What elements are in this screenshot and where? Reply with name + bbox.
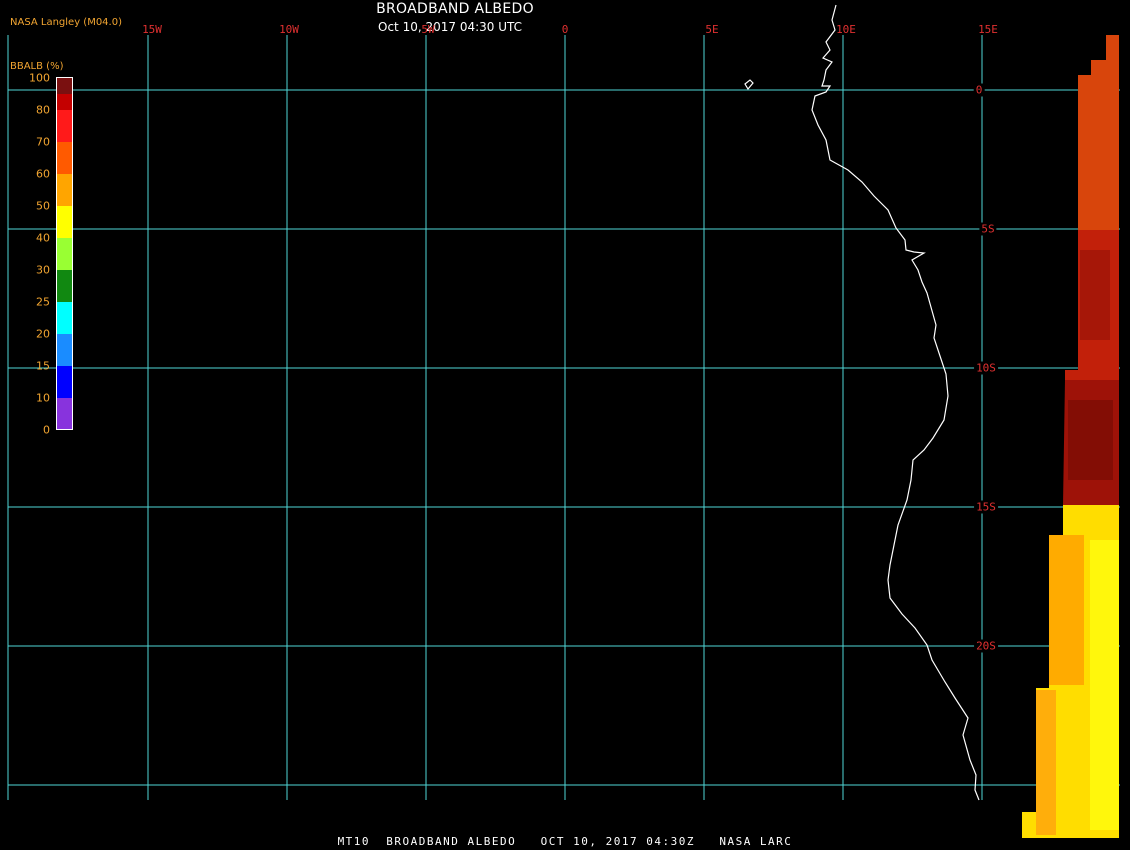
colorbar-swatch [57, 110, 73, 142]
lat-label-15s: 15S [974, 500, 998, 514]
swath-north-segment [1078, 35, 1119, 230]
swath-red-patch [1080, 250, 1110, 340]
lat-label-0: 0 [973, 83, 985, 97]
map-title: BROADBAND ALBEDO [376, 1, 534, 17]
lon-label-15w: 15W [142, 23, 162, 36]
colorbar-swatch [57, 142, 73, 174]
lat-label-20s: 20S [974, 639, 998, 653]
lat-label-10s: 10S [974, 361, 998, 375]
colorbar-title: BBALB (%) [10, 61, 64, 72]
lon-label-10w: 10W [279, 23, 299, 36]
colorbar-swatch [57, 302, 73, 334]
colorbar-tick: 25 [36, 295, 50, 309]
colorbar-tick: 40 [36, 231, 50, 245]
swath-orange-band [1049, 535, 1084, 685]
lon-label-0: 0 [561, 23, 569, 36]
colorbar-swatch [57, 78, 73, 94]
swath-yellow-patch [1090, 540, 1119, 830]
lat-lon-grid [7, 35, 1120, 800]
colorbar-swatch [57, 238, 73, 270]
colorbar-swatch [57, 94, 73, 110]
satellite-albedo-swath [1022, 35, 1119, 838]
footer-caption: MT10 BROADBAND ALBEDO OCT 10, 2017 04:30… [337, 835, 793, 848]
colorbar-swatch [57, 366, 73, 398]
coastline [811, 4, 980, 801]
colorbar-tick: 15 [36, 359, 50, 373]
swath-red-patch [1068, 400, 1113, 480]
colorbar-tick: 100 [29, 71, 50, 85]
lat-label-5s: 5S [979, 222, 997, 236]
colorbar-tick: 50 [36, 199, 50, 213]
colorbar-swatch [57, 334, 73, 366]
lon-label-5w: 5W [421, 23, 435, 36]
colorbar-tick: 20 [36, 327, 50, 341]
colorbar-swatch [57, 174, 73, 206]
colorbar-swatch [57, 398, 73, 430]
colorbar-tick: 70 [36, 135, 50, 149]
colorbar-tick: 60 [36, 167, 50, 181]
bioko-island [744, 79, 754, 91]
map-timestamp: Oct 10, 2017 04:30 UTC [378, 20, 522, 34]
colorbar-swatch [57, 206, 73, 238]
lon-label-15e: 15E [978, 23, 998, 36]
lon-label-5e: 5E [705, 23, 719, 36]
swath-orange-band [1036, 690, 1056, 835]
colorbar-tick: 30 [36, 263, 50, 277]
credit-label: NASA Langley (M04.0) [10, 17, 122, 28]
colorbar-tick: 0 [43, 423, 50, 437]
albedo-map [7, 4, 1120, 838]
africa-coastline [744, 4, 980, 801]
colorbar-tick: 80 [36, 103, 50, 117]
colorbar-swatch [57, 270, 73, 302]
lon-label-10e: 10E [836, 23, 856, 36]
colorbar-tick: 10 [36, 391, 50, 405]
